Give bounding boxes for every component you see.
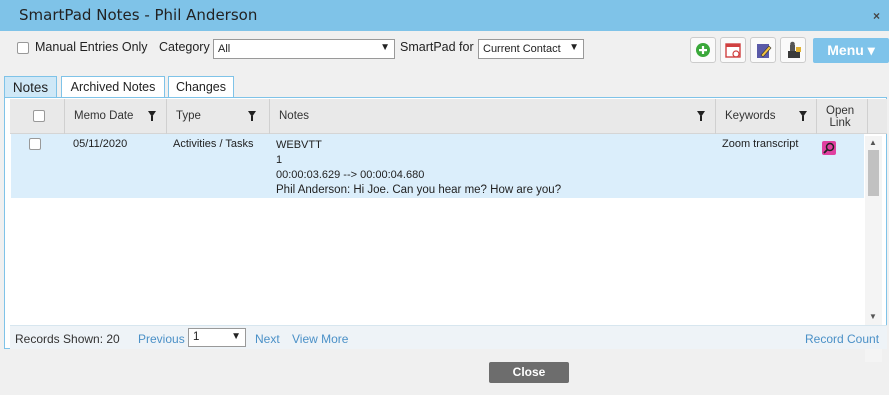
add-note-button[interactable] xyxy=(690,37,716,63)
smartpad-for-select[interactable]: Current Contact ▼ xyxy=(478,39,584,59)
header-open-link: Open Link xyxy=(817,99,868,134)
smartpad-for-value: Current Contact xyxy=(483,43,561,55)
view-more-link[interactable]: View More xyxy=(292,332,348,346)
filter-icon[interactable] xyxy=(148,111,156,121)
filter-icon[interactable] xyxy=(799,111,807,121)
close-button[interactable]: Close xyxy=(489,362,569,383)
note-keywords: Zoom transcript xyxy=(722,138,799,150)
page-select[interactable]: 1 ▼ xyxy=(188,328,246,347)
add-icon xyxy=(696,43,710,57)
dropdown-arrow-icon: ▼ xyxy=(380,42,390,53)
header-memo-date[interactable]: Memo Date xyxy=(65,99,167,134)
row-checkbox[interactable] xyxy=(29,138,41,150)
header-keywords[interactable]: Keywords xyxy=(716,99,817,134)
select-all-checkbox[interactable] xyxy=(33,110,45,122)
dropdown-arrow-icon: ▼ xyxy=(569,42,579,53)
note-type: Activities / Tasks xyxy=(173,138,254,150)
record-count-link[interactable]: Record Count xyxy=(805,332,879,346)
scroll-up-icon[interactable]: ▲ xyxy=(869,138,877,147)
tab-archived-notes[interactable]: Archived Notes xyxy=(61,76,165,98)
import-button[interactable] xyxy=(780,37,806,63)
edit-note-icon xyxy=(757,44,772,58)
menu-button[interactable]: Menu ▾ xyxy=(813,38,889,63)
header-notes[interactable]: Notes xyxy=(270,99,716,134)
smartpad-for-label: SmartPad for xyxy=(400,40,474,54)
filter-icon[interactable] xyxy=(248,111,256,121)
grid-header: Memo Date Type Notes Keywords Open Link xyxy=(10,99,887,134)
grid-footer: Records Shown: 20 Previous 1 ▼ Next View… xyxy=(10,325,887,349)
category-value: All xyxy=(218,43,231,55)
dropdown-arrow-icon: ▼ xyxy=(231,331,241,342)
magnifier-icon[interactable] xyxy=(822,141,836,155)
memo-date: 05/11/2020 xyxy=(73,138,128,150)
records-shown: Records Shown: 20 xyxy=(15,332,120,346)
window-title: SmartPad Notes - Phil Anderson xyxy=(19,6,258,24)
calendar-icon xyxy=(725,43,741,58)
select-all-cell xyxy=(10,99,65,134)
notes-grid: Memo Date Type Notes Keywords Open Link … xyxy=(4,97,887,362)
filter-icon[interactable] xyxy=(697,111,705,121)
category-label: Category xyxy=(159,40,210,54)
next-link[interactable]: Next xyxy=(255,332,280,346)
note-text: WEBVTT 1 00:00:03.629 --> 00:00:04.680 P… xyxy=(276,139,562,196)
manual-entries-checkbox[interactable] xyxy=(17,42,29,54)
header-type[interactable]: Type xyxy=(167,99,270,134)
title-bar: SmartPad Notes - Phil Anderson × xyxy=(0,0,889,31)
import-icon xyxy=(788,41,801,58)
edit-note-button[interactable] xyxy=(750,37,776,63)
previous-link[interactable]: Previous xyxy=(138,332,185,346)
category-select[interactable]: All ▼ xyxy=(213,39,395,59)
scroll-thumb[interactable] xyxy=(868,150,879,196)
tab-notes[interactable]: Notes xyxy=(4,76,57,98)
manual-entries-label: Manual Entries Only xyxy=(35,40,148,54)
tab-changes[interactable]: Changes xyxy=(168,76,234,98)
calendar-button[interactable] xyxy=(720,37,746,63)
close-window-icon[interactable]: × xyxy=(873,9,880,23)
scroll-down-icon[interactable]: ▼ xyxy=(869,312,877,321)
